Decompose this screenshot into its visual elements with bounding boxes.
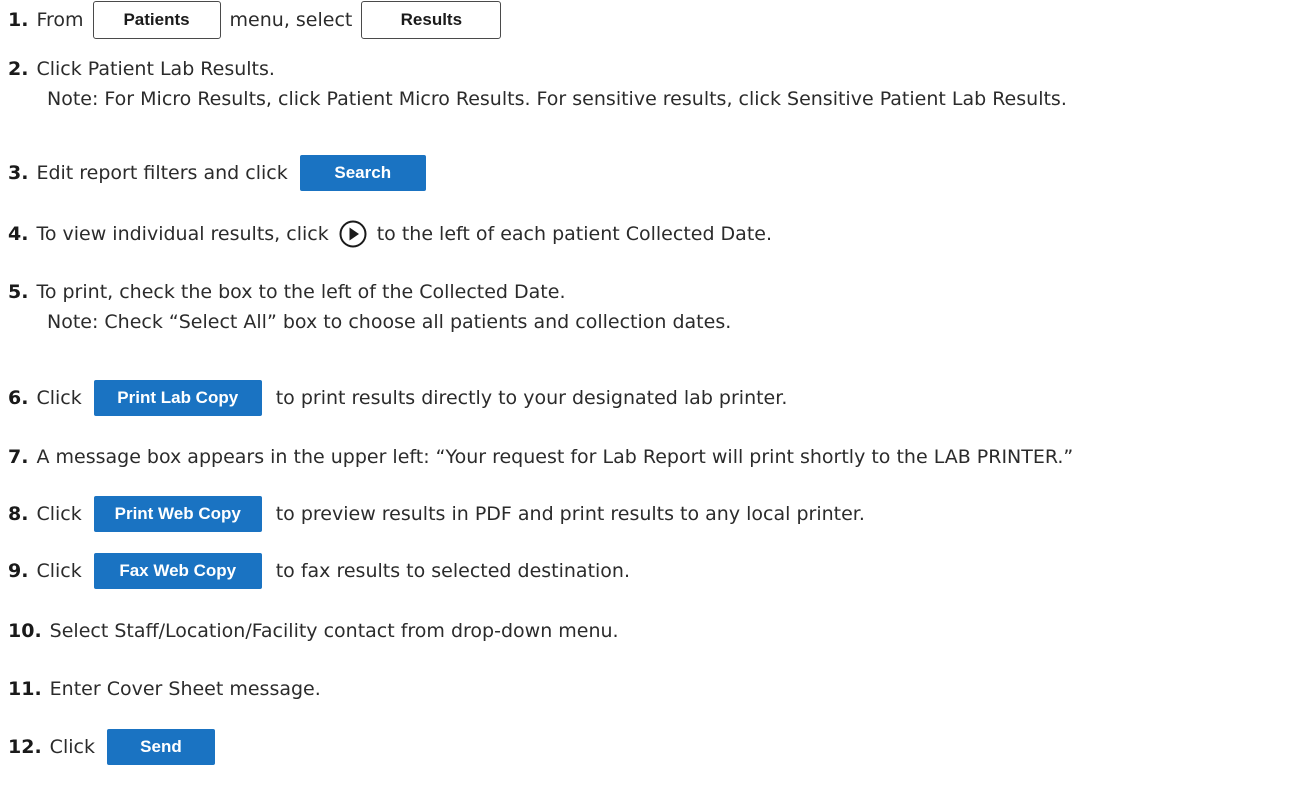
step-text: To print, check the box to the left of t… — [36, 281, 566, 303]
play-circle-icon[interactable] — [339, 220, 367, 248]
step-text: to print results directly to your design… — [275, 387, 788, 409]
step-9: 9. Click Fax Web Copy to fax results to … — [8, 553, 630, 589]
results-menu-button[interactable]: Results — [361, 1, 502, 39]
step-text: to preview results in PDF and print resu… — [275, 503, 865, 525]
step-7: 7. A message box appears in the upper le… — [8, 439, 1073, 475]
step-text: Click — [36, 503, 82, 525]
step-text: Enter Cover Sheet message. — [49, 678, 321, 700]
step-number: 8. — [8, 503, 29, 525]
step-text: Click Patient Lab Results. — [36, 58, 275, 80]
step-text: A message box appears in the upper left:… — [36, 446, 1074, 468]
step-number: 10. — [8, 620, 42, 642]
step-text: to the left of each patient Collected Da… — [376, 223, 773, 245]
step-text: From — [36, 9, 84, 31]
patients-menu-button[interactable]: Patients — [92, 1, 221, 39]
step-text: Edit report filters and click — [36, 162, 288, 184]
step-4: 4. To view individual results, click to … — [8, 216, 772, 252]
instruction-page: 1. From Patients menu, select Results 2.… — [0, 0, 1302, 790]
step-text: menu, select — [229, 9, 353, 31]
step-text: Select Staff/Location/Facility contact f… — [49, 620, 619, 642]
step-10: 10. Select Staff/Location/Facility conta… — [8, 613, 619, 649]
step-number: 11. — [8, 678, 42, 700]
step-5: 5. To print, check the box to the left o… — [8, 277, 731, 337]
step-number: 7. — [8, 446, 29, 468]
step-number: 3. — [8, 162, 29, 184]
step-6: 6. Click Print Lab Copy to print results… — [8, 380, 787, 416]
fax-web-copy-button[interactable]: Fax Web Copy — [93, 553, 262, 589]
step-number: 6. — [8, 387, 29, 409]
step-11: 11. Enter Cover Sheet message. — [8, 671, 321, 707]
step-8: 8. Click Print Web Copy to preview resul… — [8, 496, 865, 532]
step-text: To view individual results, click — [36, 223, 329, 245]
step-number: 12. — [8, 736, 42, 758]
step-number: 4. — [8, 223, 29, 245]
step-1: 1. From Patients menu, select Results — [8, 1, 510, 39]
print-lab-copy-button[interactable]: Print Lab Copy — [93, 380, 262, 416]
step-number: 9. — [8, 560, 29, 582]
step-text: Click — [49, 736, 95, 758]
step-text: Click — [36, 387, 82, 409]
step-3: 3. Edit report filters and click Search — [8, 155, 440, 191]
step-12: 12. Click Send — [8, 729, 229, 765]
step-text: to fax results to selected destination. — [275, 560, 631, 582]
step-note: Note: Check “Select All” box to choose a… — [47, 311, 732, 333]
send-button[interactable]: Send — [106, 729, 215, 765]
step-note: Note: For Micro Results, click Patient M… — [47, 88, 1067, 110]
search-button[interactable]: Search — [299, 155, 426, 191]
step-number: 2. — [8, 58, 29, 80]
print-web-copy-button[interactable]: Print Web Copy — [93, 496, 262, 532]
step-number: 1. — [8, 9, 29, 31]
step-text: Click — [36, 560, 82, 582]
step-2: 2. Click Patient Lab Results. Note: For … — [8, 54, 1067, 114]
step-number: 5. — [8, 281, 29, 303]
